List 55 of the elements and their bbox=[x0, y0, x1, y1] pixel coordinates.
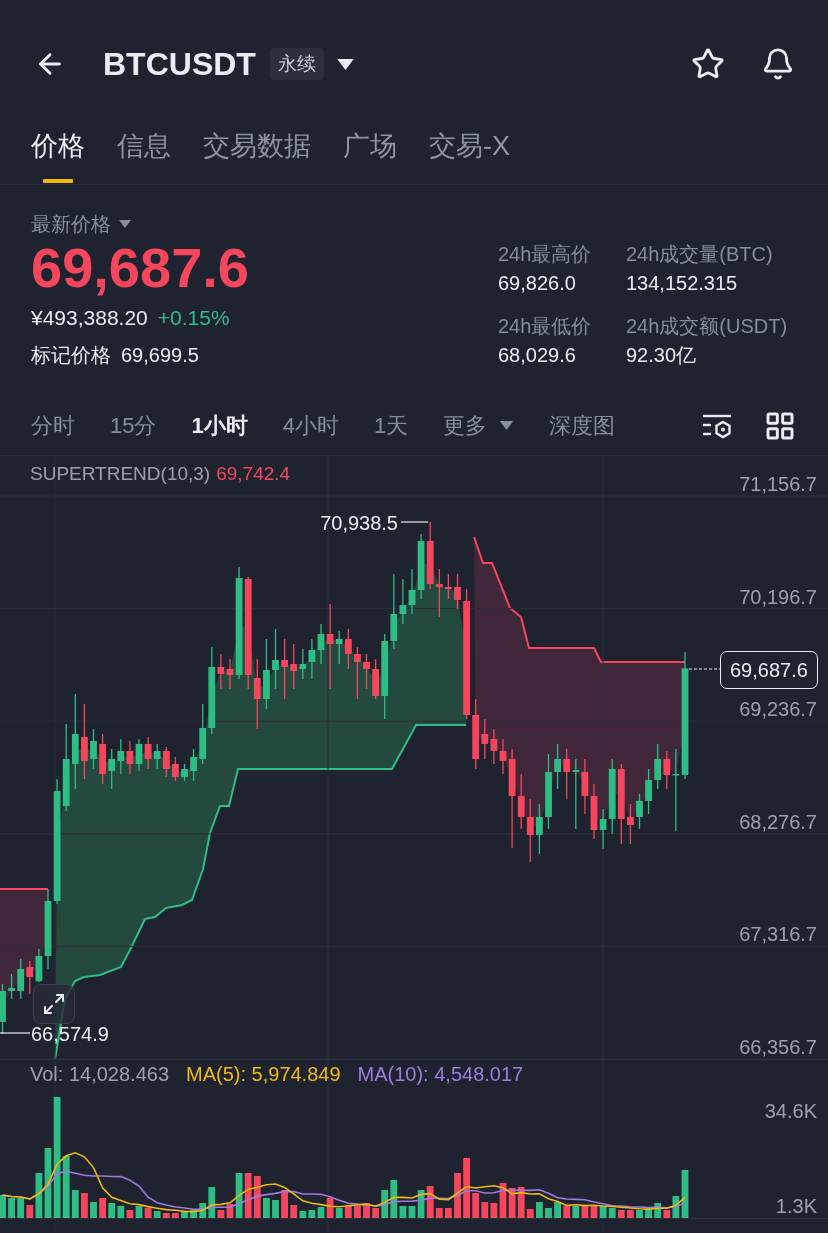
interval-tab[interactable]: 深度图 bbox=[549, 410, 616, 441]
stat-value: 68,029.6 bbox=[498, 343, 577, 368]
price-change: +0.15% bbox=[157, 305, 230, 331]
y-axis-label: 68,276.7 bbox=[739, 809, 817, 834]
cny-price: ¥493,388.20 bbox=[31, 305, 148, 331]
y-axis-label: 66,356.7 bbox=[739, 1035, 817, 1059]
interval-tab[interactable]: 1小时 bbox=[191, 410, 248, 441]
symbol-title: BTCUSDT bbox=[103, 45, 256, 84]
price-type-dropdown[interactable]: 最新价格 bbox=[31, 210, 131, 238]
tab[interactable]: 价格 bbox=[31, 128, 85, 183]
indicator-label: SUPERTREND(10,3) bbox=[30, 462, 211, 486]
high-price-label: 70,938.5 bbox=[320, 511, 398, 535]
fullscreen-button[interactable] bbox=[33, 984, 75, 1024]
volume-axis-label: 1.3K bbox=[775, 1194, 817, 1218]
interval-tab[interactable]: 4小时 bbox=[282, 410, 339, 441]
tab[interactable]: 信息 bbox=[117, 128, 171, 183]
high-marker-line bbox=[400, 521, 429, 523]
tab[interactable]: 交易-X bbox=[429, 128, 510, 183]
stat-label: 24h最高价 bbox=[498, 242, 593, 267]
indicator-settings-icon bbox=[702, 412, 732, 439]
stat-value: 134,152.315 bbox=[626, 271, 739, 296]
bell-icon bbox=[761, 47, 795, 81]
tab[interactable]: 交易数据 bbox=[203, 128, 311, 183]
interval-tab[interactable]: 1天 bbox=[374, 410, 409, 441]
mark-price-label: 标记价格 bbox=[31, 343, 111, 368]
contract-type-badge: 永续 bbox=[269, 48, 324, 80]
y-axis-label: 71,156.7 bbox=[739, 472, 817, 496]
stat-label: 24h最低价 bbox=[498, 314, 593, 339]
mark-price-value: 69,699.5 bbox=[121, 343, 199, 368]
low-marker-line bbox=[0, 1032, 31, 1034]
y-axis-label: 69,236.7 bbox=[739, 697, 817, 722]
stat-value: 92.30亿 bbox=[626, 343, 698, 368]
interval-tab[interactable]: 15分 bbox=[110, 410, 157, 441]
more-dropdown[interactable]: 更多 bbox=[443, 410, 515, 441]
interval-tab[interactable]: 分时 bbox=[31, 410, 75, 441]
supertrend-resistance-line bbox=[0, 888, 49, 890]
star-icon bbox=[691, 47, 725, 81]
y-axis-label: 70,196.7 bbox=[739, 584, 817, 609]
caret-icon bbox=[119, 220, 131, 228]
stat-label: 24h成交量(BTC) bbox=[626, 242, 774, 267]
indicator-value: 69,742.4 bbox=[216, 462, 291, 486]
volume-label: Vol: 14,028.463 bbox=[30, 1062, 169, 1086]
tab[interactable]: 广场 bbox=[343, 128, 397, 183]
last-price-tag: 69,687.6 bbox=[720, 651, 818, 689]
last-price: 69,687.6 bbox=[31, 238, 250, 298]
expand-icon bbox=[42, 992, 66, 1016]
caret-icon bbox=[337, 58, 355, 70]
stat-value: 69,826.0 bbox=[498, 271, 577, 296]
stat-label: 24h成交额(USDT) bbox=[626, 314, 788, 339]
ma10-label: MA(10): 4,548.017 bbox=[357, 1062, 524, 1086]
y-axis-label: 67,316.7 bbox=[739, 922, 817, 947]
ma5-label: MA(5): 5,974.849 bbox=[186, 1062, 341, 1086]
last-price-dashed-line bbox=[688, 668, 721, 670]
volume-axis-label: 34.6K bbox=[764, 1099, 817, 1123]
caret-icon bbox=[499, 421, 515, 430]
